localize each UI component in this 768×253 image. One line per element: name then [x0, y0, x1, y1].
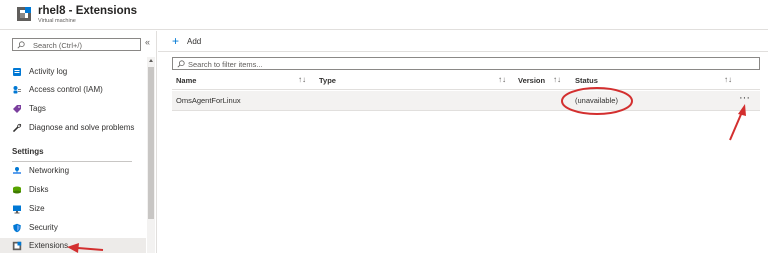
networking-icon	[13, 167, 21, 174]
sidebar-item-size[interactable]: Size	[0, 201, 146, 218]
search-icon	[17, 41, 25, 49]
blade-header: rhel8 - Extensions Virtual machine	[0, 0, 768, 30]
sidebar-search-placeholder: Search (Ctrl+/)	[33, 40, 82, 50]
extension-name-cell: OmsAgentForLinux	[176, 96, 241, 105]
sort-icon[interactable]: ↑↓	[724, 75, 732, 84]
table-row[interactable]: OmsAgentForLinux (unavailable) ···	[172, 91, 760, 110]
extension-resource-icon	[17, 7, 31, 21]
row-divider	[172, 110, 760, 111]
extensions-icon	[12, 241, 22, 251]
sidebar-item-label: Access control (IAM)	[29, 85, 103, 94]
filter-placeholder: Search to filter items...	[188, 59, 263, 69]
add-button-label: Add	[187, 37, 202, 46]
more-options-icon[interactable]: ···	[739, 92, 750, 104]
sidebar-item-label: Extensions	[29, 241, 69, 250]
sidebar-item-label: Networking	[29, 166, 70, 175]
sidebar-search-input[interactable]: Search (Ctrl+/)	[12, 38, 141, 51]
main-content: + Add Search to filter items... Name ↑↓ …	[158, 31, 768, 253]
toolbar-divider	[158, 51, 768, 52]
sidebar-item-label: Diagnose and solve problems	[29, 123, 135, 132]
collapse-sidebar-button[interactable]: «	[145, 37, 150, 47]
sidebar-item-label: Size	[29, 204, 45, 213]
sidebar-item-security[interactable]: Security	[0, 220, 146, 237]
plus-icon: +	[172, 34, 180, 48]
column-header-type[interactable]: Type	[319, 76, 336, 85]
search-icon	[177, 60, 185, 68]
sidebar-item-access-control[interactable]: Access control (IAM)	[0, 82, 146, 99]
column-header-version[interactable]: Version	[518, 76, 545, 85]
filter-input[interactable]: Search to filter items...	[172, 57, 760, 70]
status-cell: (unavailable)	[575, 96, 618, 105]
shield-icon	[13, 223, 21, 233]
sidebar-item-label: Security	[29, 223, 58, 232]
sort-icon[interactable]: ↑↓	[553, 75, 561, 84]
sidebar-item-label: Tags	[29, 104, 46, 113]
sidebar-item-disks[interactable]: Disks	[0, 182, 146, 199]
wrench-icon	[12, 123, 22, 133]
sidebar-item-extensions[interactable]: Extensions	[0, 238, 146, 253]
sidebar-item-activity-log[interactable]: Activity log	[0, 64, 146, 81]
tag-icon	[13, 105, 21, 113]
activity-log-icon	[13, 68, 21, 76]
column-header-status[interactable]: Status	[575, 76, 598, 85]
sort-icon[interactable]: ↑↓	[498, 75, 506, 84]
settings-section-title: Settings	[12, 147, 44, 156]
sort-icon[interactable]: ↑↓	[298, 75, 306, 84]
page-subtitle: Virtual machine	[38, 18, 76, 24]
sidebar-item-tags[interactable]: Tags	[0, 101, 146, 118]
scroll-up-arrow-icon[interactable]	[149, 59, 153, 62]
sidebar-item-label: Activity log	[29, 67, 68, 76]
disks-icon	[13, 186, 21, 194]
sidebar-item-label: Disks	[29, 185, 49, 194]
column-header-name[interactable]: Name	[176, 76, 196, 85]
monitor-icon	[13, 205, 21, 214]
sidebar-scrollbar-thumb[interactable]	[148, 67, 154, 219]
access-control-icon	[13, 86, 21, 94]
sidebar-item-diagnose[interactable]: Diagnose and solve problems	[0, 120, 146, 137]
sidebar-item-networking[interactable]: Networking	[0, 163, 146, 180]
table-header-divider	[172, 89, 760, 90]
sidebar: Search (Ctrl+/) « Activity log Access co…	[0, 31, 157, 253]
section-divider	[12, 161, 132, 162]
page-title: rhel8 - Extensions	[38, 5, 138, 17]
